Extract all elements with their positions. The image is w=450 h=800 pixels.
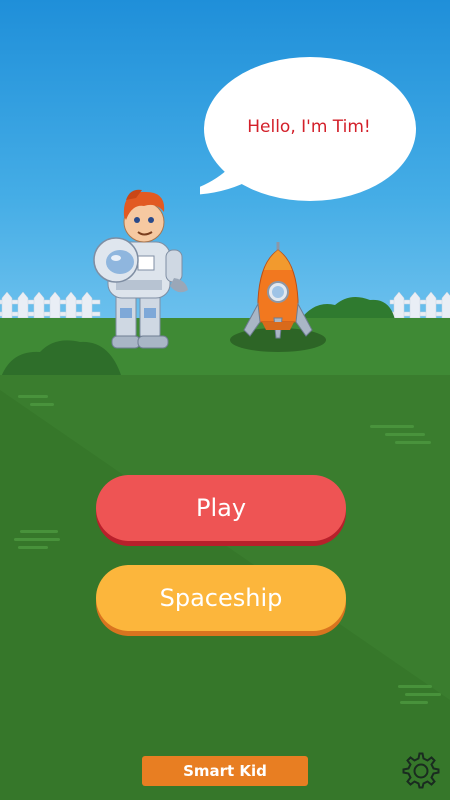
spaceship-button[interactable]: Spaceship bbox=[96, 565, 346, 631]
speech-bubble: Hello, I'm Tim! bbox=[200, 55, 418, 207]
astronaut-character bbox=[93, 189, 188, 349]
play-button[interactable]: Play bbox=[96, 475, 346, 541]
game-scene: Hello, I'm Tim! Play Spaceship Smart Kid bbox=[0, 0, 450, 800]
speech-bubble-text: Hello, I'm Tim! bbox=[247, 117, 371, 137]
brand-badge: Smart Kid bbox=[142, 756, 308, 786]
rocket-toy bbox=[243, 242, 313, 339]
gear-icon[interactable] bbox=[402, 752, 440, 790]
